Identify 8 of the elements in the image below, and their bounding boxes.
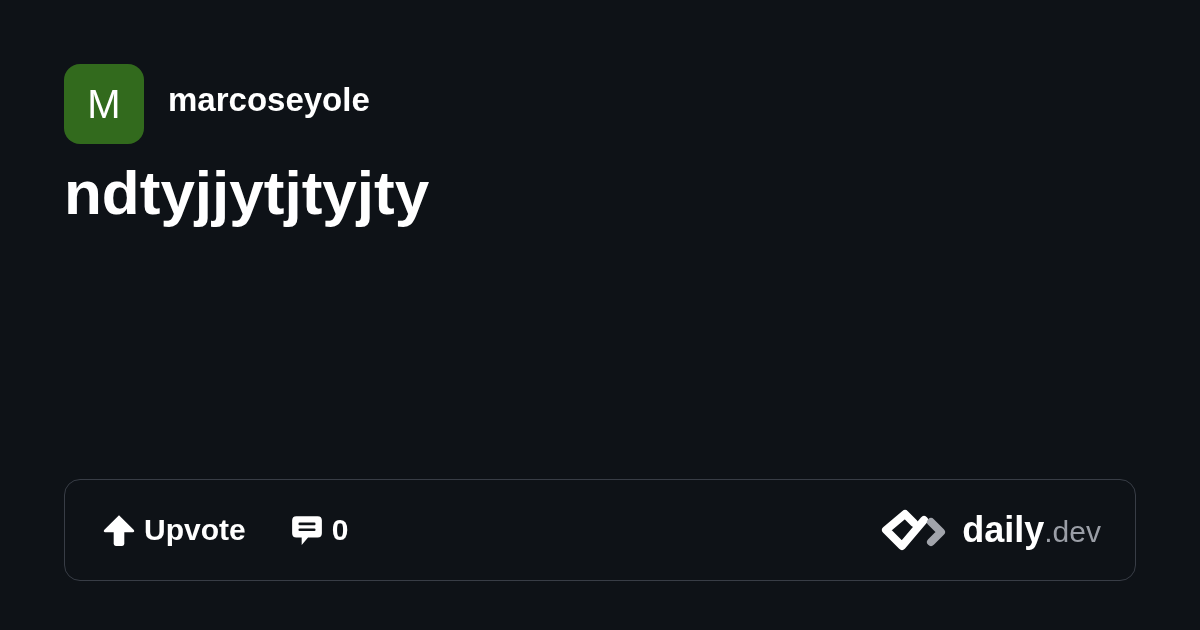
post-title: ndtyjjytjtyjty: [64, 157, 430, 229]
arrow-up-icon: [102, 513, 136, 547]
upvote-button[interactable]: Upvote: [102, 513, 246, 547]
logo-wordmark: daily.dev: [962, 512, 1101, 548]
author-name[interactable]: marcoseyole: [168, 79, 370, 121]
avatar: M: [64, 64, 144, 144]
comment-icon: [289, 513, 324, 547]
comments-button[interactable]: 0: [289, 513, 349, 547]
